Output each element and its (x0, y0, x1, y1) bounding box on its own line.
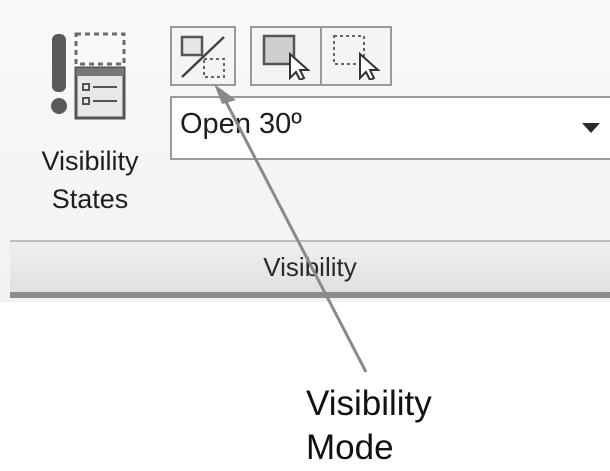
panel-title: Visibility (263, 252, 357, 282)
visibility-mode-button[interactable] (170, 26, 236, 86)
make-visible-select-icon (262, 34, 311, 80)
visibility-states-icon (50, 30, 146, 140)
visibility-state-dropdown[interactable]: Open 30º (170, 96, 610, 160)
visibility-mode-icon (180, 35, 225, 78)
ribbon-bottom-border (10, 292, 610, 298)
visibility-states-label: Visibility States (41, 146, 139, 214)
make-visible-button[interactable] (252, 28, 320, 84)
visibility-states-button[interactable]: Visibility States (16, 22, 164, 218)
callout-label: Visibility Mode (306, 384, 432, 467)
chevron-down-icon[interactable] (582, 123, 600, 133)
ribbon-screenshot: Visibility States Open 30º Visibility Vi… (0, 0, 610, 471)
make-invisible-select-icon (333, 35, 381, 80)
make-invisible-button[interactable] (322, 28, 390, 84)
visibility-select-group (250, 26, 392, 86)
panel-title-bar: Visibility (10, 240, 610, 292)
dropdown-value: Open 30º (180, 108, 302, 140)
